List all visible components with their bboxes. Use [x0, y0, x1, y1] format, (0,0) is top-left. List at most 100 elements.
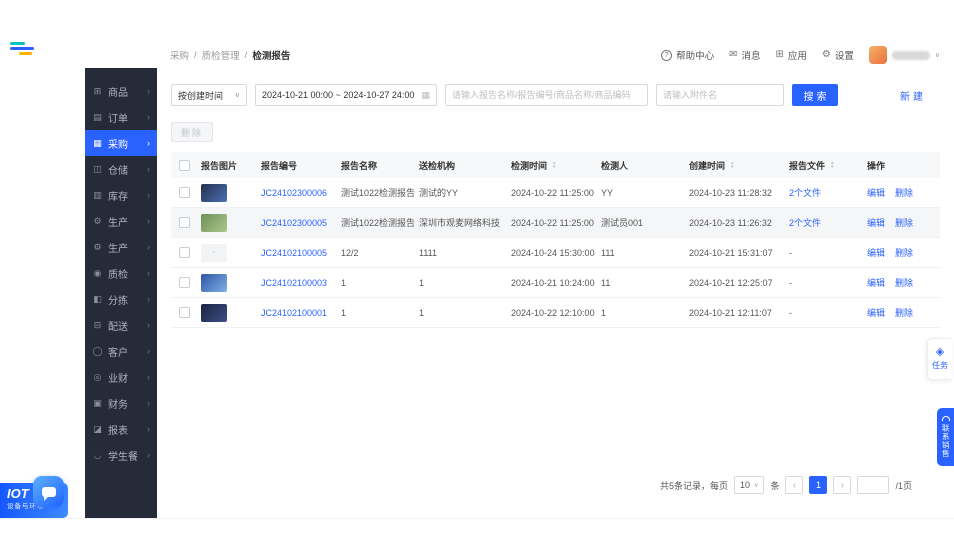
- logo-bar: [19, 52, 32, 55]
- sidebar-item-label: 客户: [108, 347, 128, 359]
- sidebar-item-label: 报表: [108, 425, 128, 437]
- chevron-right-icon: ›: [147, 424, 150, 434]
- report-no-link[interactable]: JC24102300005: [257, 218, 337, 228]
- report-no-link[interactable]: JC24102300006: [257, 188, 337, 198]
- task-label: 任务: [932, 361, 948, 370]
- delete-link[interactable]: 删除: [895, 246, 913, 259]
- row-checkbox[interactable]: [178, 187, 190, 198]
- report-no-link[interactable]: JC24102100005: [257, 248, 337, 258]
- row-checkbox[interactable]: [178, 217, 190, 228]
- sidebar-item-goods[interactable]: ⊞ 商品 ›: [85, 78, 157, 104]
- sidebar-item-production-2[interactable]: ⚙ 生产 ›: [85, 234, 157, 260]
- chevron-right-icon: ›: [147, 242, 150, 252]
- report-thumbnail[interactable]: [201, 213, 227, 232]
- sidebar-item-delivery[interactable]: ⊟ 配送 ›: [85, 312, 157, 338]
- col-created-label: 创建时间: [689, 160, 726, 171]
- breadcrumb-separator: /: [244, 49, 248, 61]
- sidebar-item-sorting[interactable]: ◧ 分拣 ›: [85, 286, 157, 312]
- sidebar-item-customer[interactable]: ◯ 客户 ›: [85, 338, 157, 364]
- sidebar-item-warehouse[interactable]: ◫ 仓储 ›: [85, 156, 157, 182]
- col-report-name: 报告名称: [341, 160, 378, 171]
- files-link[interactable]: 2个文件: [785, 186, 863, 199]
- sidebar-item-orders[interactable]: ▤ 订单 ›: [85, 104, 157, 130]
- sidebar-item-quality[interactable]: ◉ 质检 ›: [85, 260, 157, 286]
- attachment-input[interactable]: [656, 84, 784, 106]
- edit-link[interactable]: 编辑: [867, 276, 885, 289]
- meal-icon: ◡: [93, 449, 102, 460]
- pagination-total: 共5条记录，每页: [660, 480, 729, 491]
- user-menu[interactable]: ∨: [868, 46, 940, 64]
- sort-icon[interactable]: ▲ ▼: [552, 160, 556, 169]
- chat-widget-button[interactable]: [33, 476, 64, 507]
- breadcrumb-quality-mgmt[interactable]: 质检管理: [202, 48, 240, 62]
- report-thumbnail-placeholder[interactable]: ▫: [201, 243, 227, 262]
- delivery-icon: ⊟: [93, 319, 102, 330]
- col-created[interactable]: 创建时间 ▲ ▼: [685, 159, 785, 172]
- keyword-input[interactable]: [445, 84, 648, 106]
- created-time: 2024-10-21 12:25:07: [689, 277, 773, 288]
- col-files[interactable]: 报告文件 ▲ ▼: [785, 159, 863, 172]
- files-link[interactable]: 2个文件: [785, 216, 863, 229]
- delete-link[interactable]: 删除: [895, 276, 913, 289]
- task-panel-button[interactable]: ◈ 任务: [927, 338, 952, 380]
- sidebar-item-student-meal[interactable]: ◡ 学生餐 ›: [85, 442, 157, 468]
- sidebar-item-finance[interactable]: ▣ 财务 ›: [85, 390, 157, 416]
- delete-link[interactable]: 删除: [895, 186, 913, 199]
- delete-link[interactable]: 删除: [895, 306, 913, 319]
- page-1-button[interactable]: 1: [809, 476, 828, 494]
- date-range-picker[interactable]: 2024-10-21 00:00 ~ 2024-10-27 24:00 ▦: [255, 84, 437, 106]
- chevron-right-icon: ›: [147, 138, 150, 148]
- sidebar-item-reports[interactable]: ◪ 报表 ›: [85, 416, 157, 442]
- tester: 1: [601, 307, 607, 318]
- agency: 测试的YY: [419, 188, 459, 198]
- edit-link[interactable]: 编辑: [867, 186, 885, 199]
- create-button[interactable]: 新建: [900, 88, 926, 103]
- sort-icon[interactable]: ▲ ▼: [830, 160, 834, 169]
- apps-button[interactable]: ⊞ 应用: [775, 48, 806, 63]
- sidebar-item-production-1[interactable]: ⚙ 生产 ›: [85, 208, 157, 234]
- search-button[interactable]: 搜索: [792, 84, 838, 106]
- report-no-link[interactable]: JC24102100003: [257, 278, 337, 288]
- chevron-right-icon: ›: [147, 294, 150, 304]
- settings-button[interactable]: ⚙ 设置: [822, 48, 854, 63]
- table-row: JC24102100003 1 1 2024-10-21 10:24:00 11…: [171, 268, 940, 298]
- edit-link[interactable]: 编辑: [867, 246, 885, 259]
- breadcrumb-purchase[interactable]: 采购: [170, 48, 189, 62]
- edit-link[interactable]: 编辑: [867, 306, 885, 319]
- select-all-checkbox[interactable]: [178, 159, 190, 171]
- edit-link[interactable]: 编辑: [867, 216, 885, 229]
- report-thumbnail[interactable]: [201, 303, 227, 322]
- settings-label: 设置: [834, 51, 854, 62]
- sidebar-item-purchase[interactable]: ▦ 采购 ›: [85, 130, 157, 156]
- time-type-value: 按创建时间: [178, 90, 224, 101]
- test-time: 2024-10-22 11:25:00: [511, 217, 594, 228]
- report-icon: ◪: [93, 423, 102, 434]
- col-test-time[interactable]: 检测时间 ▲ ▼: [507, 159, 597, 172]
- sidebar-item-label: 质检: [108, 269, 128, 281]
- row-checkbox[interactable]: [178, 247, 190, 258]
- sidebar-item-business-finance[interactable]: ◎ 业财 ›: [85, 364, 157, 390]
- contact-sales-button[interactable]: 联系销售: [937, 408, 954, 466]
- row-checkbox[interactable]: [178, 277, 190, 288]
- app-logo: [10, 42, 44, 56]
- sort-icon[interactable]: ▲ ▼: [730, 160, 734, 169]
- page-size-select[interactable]: 10 ∨: [734, 476, 765, 494]
- report-thumbnail[interactable]: [201, 183, 227, 202]
- sidebar: ⊞ 商品 › ▤ 订单 › ▦ 采购 › ◫ 仓储 › ▥ 库存 › ⚙ 生产 …: [85, 68, 157, 518]
- next-page-button[interactable]: ›: [833, 476, 852, 494]
- col-files-label: 报告文件: [789, 160, 826, 171]
- messages-button[interactable]: ✉ 消息: [729, 48, 760, 63]
- page-jump-input[interactable]: [857, 476, 890, 494]
- report-name: 12/2: [341, 247, 359, 258]
- delete-link[interactable]: 删除: [895, 216, 913, 229]
- prev-page-button[interactable]: ‹: [785, 476, 804, 494]
- batch-delete-button[interactable]: 删除: [171, 122, 214, 142]
- sidebar-item-inventory[interactable]: ▥ 库存 ›: [85, 182, 157, 208]
- help-center-button[interactable]: ? 帮助中心: [661, 48, 714, 62]
- report-thumbnail[interactable]: [201, 273, 227, 292]
- orders-icon: ▤: [93, 111, 102, 122]
- report-no-link[interactable]: JC24102100001: [257, 308, 337, 318]
- table-row: JC24102300005 测试1022检测报告 深圳市观麦网络科技 2024-…: [171, 208, 940, 238]
- row-checkbox[interactable]: [178, 307, 190, 318]
- time-type-select[interactable]: 按创建时间 ∨: [171, 84, 247, 106]
